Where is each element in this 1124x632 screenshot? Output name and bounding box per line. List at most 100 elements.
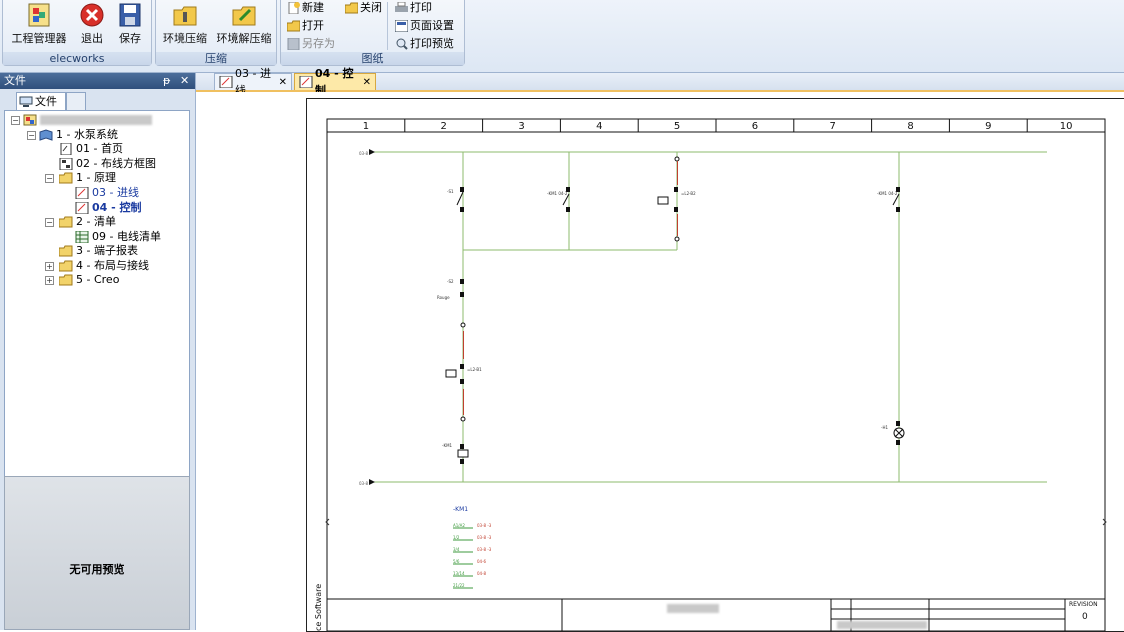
blurred-title bbox=[667, 604, 719, 613]
column-number: 1 bbox=[363, 121, 369, 132]
tree-label: 2 - 清单 bbox=[76, 215, 116, 228]
components bbox=[445, 156, 905, 464]
tree-item-schematic[interactable]: 1 - 原理 bbox=[58, 171, 116, 185]
schematic-page-icon bbox=[299, 75, 313, 89]
tab-empty[interactable] bbox=[66, 92, 86, 110]
tab-files[interactable]: 文件 bbox=[16, 92, 66, 110]
drawing-canvas[interactable]: 1 2 3 4 5 6 7 8 9 10 03-8 03-8 -S1 -KM1 … bbox=[196, 92, 1124, 632]
page-setup-icon bbox=[394, 19, 409, 33]
tree-item-terminal-report[interactable]: 3 - 端子报表 bbox=[58, 244, 138, 258]
tree-item-lists[interactable]: 2 - 清单 bbox=[58, 215, 116, 229]
tree-label: 01 - 首页 bbox=[76, 142, 123, 155]
tree-item-control[interactable]: 04 - 控制 bbox=[75, 201, 142, 215]
component-labels: -S1 -KM1 04-2 =L2-B2 -KM1 04-2 -S2 Rouge… bbox=[437, 189, 898, 448]
column-number: 4 bbox=[596, 121, 602, 132]
preview-pane: 无可用预览 bbox=[4, 476, 190, 630]
tab-control[interactable]: 04 - 控制 ✕ bbox=[294, 67, 376, 97]
terminal-dot bbox=[460, 292, 464, 297]
folder-icon bbox=[58, 260, 73, 272]
project-icon bbox=[23, 114, 37, 126]
terminal-dot bbox=[460, 379, 464, 384]
inner-frame bbox=[326, 118, 1106, 631]
group-caption-elecworks: elecworks bbox=[3, 52, 151, 65]
open-label: 打开 bbox=[302, 19, 324, 32]
page-setup-button[interactable]: 页面设置 bbox=[394, 18, 454, 34]
rail-label-top: 03-8 bbox=[359, 151, 369, 156]
tree-label: 09 - 电线清单 bbox=[92, 230, 161, 243]
contact-text: 13/14 bbox=[453, 571, 465, 576]
printer-icon bbox=[395, 1, 408, 14]
folder-icon bbox=[58, 172, 73, 184]
tree-item-layout-wiring[interactable]: 4 - 布局与接线 bbox=[58, 259, 149, 273]
print-preview-button[interactable]: 打印预览 bbox=[395, 36, 454, 52]
terminal-dot bbox=[896, 207, 900, 212]
rail-arrow-bottom bbox=[369, 479, 375, 485]
open-button[interactable]: 打开 bbox=[286, 18, 324, 34]
contact-ref: 03-8 -3 bbox=[477, 523, 492, 528]
tree-item-incoming[interactable]: 03 - 进线 bbox=[75, 186, 139, 200]
diagram-icon bbox=[59, 157, 73, 171]
label-rouge: Rouge bbox=[437, 295, 450, 300]
switch-s1 bbox=[456, 191, 464, 206]
tab-close-icon[interactable]: ✕ bbox=[363, 74, 371, 91]
tree-root[interactable] bbox=[23, 113, 152, 127]
panel-close-icon[interactable]: ✕ bbox=[180, 73, 189, 89]
new-button[interactable]: 新建 bbox=[287, 0, 324, 16]
label-f2b2: =L2-B2 bbox=[681, 191, 696, 196]
column-number: 8 bbox=[907, 121, 913, 132]
compress-folder-icon bbox=[171, 2, 199, 28]
tree-expand-toggle[interactable]: + bbox=[45, 262, 54, 271]
tree-label: 1 - 水泵系统 bbox=[56, 128, 118, 141]
blurred-info bbox=[837, 621, 927, 629]
terminal-dot bbox=[460, 207, 464, 212]
column-number: 10 bbox=[1060, 121, 1073, 132]
tab-files-label: 文件 bbox=[35, 95, 57, 108]
column-header: 1 2 3 4 5 6 7 8 9 10 bbox=[363, 119, 1073, 132]
exit-button[interactable]: 退出 bbox=[75, 2, 109, 46]
close-folder-icon bbox=[344, 2, 359, 14]
tab-close-icon[interactable]: ✕ bbox=[279, 74, 287, 91]
tree-collapse-toggle[interactable]: − bbox=[45, 174, 54, 183]
tree-item-pump-system[interactable]: 1 - 水泵系统 bbox=[39, 128, 118, 142]
tab-incoming[interactable]: 03 - 进线 ✕ bbox=[214, 67, 292, 97]
project-manager-icon bbox=[25, 2, 53, 28]
print-button[interactable]: 打印 bbox=[395, 0, 432, 16]
terminal-dot bbox=[566, 207, 570, 212]
tree-collapse-toggle[interactable]: − bbox=[11, 116, 20, 125]
tree-item-wire-list[interactable]: 09 - 电线清单 bbox=[75, 230, 161, 244]
project-manager-button[interactable]: 工程管理器 bbox=[7, 2, 71, 46]
brand-text: ce Software bbox=[314, 584, 323, 631]
env-decompress-button[interactable]: 环境解压缩 bbox=[212, 2, 276, 46]
env-compress-button[interactable]: 环境压缩 bbox=[159, 2, 211, 46]
terminal-dot bbox=[460, 444, 464, 449]
env-compress-label: 环境压缩 bbox=[163, 32, 207, 45]
tree-expand-toggle[interactable]: + bbox=[45, 276, 54, 285]
label-f2b1: =L2-B1 bbox=[467, 367, 482, 372]
tree-item-block-diagram[interactable]: 02 - 布线方框图 bbox=[59, 157, 156, 171]
tree-item-creo[interactable]: 5 - Creo bbox=[58, 273, 119, 287]
terminal-dot bbox=[674, 207, 678, 212]
close-button[interactable]: 关闭 bbox=[344, 0, 382, 16]
relay-symbol bbox=[657, 196, 669, 205]
label-s1: -S1 bbox=[447, 189, 454, 194]
save-button[interactable]: 保存 bbox=[113, 2, 147, 46]
schematic-page-icon bbox=[219, 75, 233, 89]
document-tabs: 03 - 进线 ✕ 04 - 控制 ✕ bbox=[196, 67, 1124, 97]
terminal-dot bbox=[896, 440, 900, 445]
tree-collapse-toggle[interactable]: − bbox=[45, 218, 54, 227]
tree-collapse-toggle[interactable]: − bbox=[27, 131, 36, 140]
save-as-button[interactable]: 另存为 bbox=[287, 36, 335, 52]
save-icon bbox=[116, 2, 144, 28]
tree-label: 03 - 进线 bbox=[92, 186, 139, 199]
tree-item-cover[interactable]: 01 - 首页 bbox=[59, 142, 123, 156]
terminal-circle bbox=[460, 322, 466, 328]
pin-icon[interactable]: ᵽ bbox=[163, 73, 170, 89]
magnifier-icon bbox=[395, 38, 408, 50]
file-panel: 文件 ᵽ ✕ 文件 − − 1 - 水泵系统 01 - 首页 02 - 布线方框… bbox=[0, 73, 196, 630]
project-manager-label: 工程管理器 bbox=[11, 32, 67, 45]
terminal-dot bbox=[674, 187, 678, 192]
column-number: 5 bbox=[674, 121, 680, 132]
terminal-circle bbox=[674, 236, 680, 242]
red-ref-mark bbox=[463, 331, 464, 359]
schematic-page-icon bbox=[75, 186, 89, 200]
